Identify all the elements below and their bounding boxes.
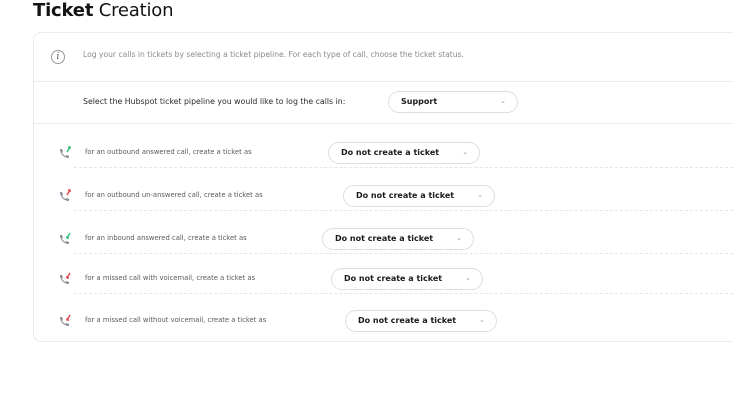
ticket-settings-card: i Log your calls in tickets by selecting… [33, 32, 733, 342]
ticket-status-select[interactable]: Do not create a ticket ⌄ [345, 310, 497, 332]
rule-label: for a missed call without voicemail, cre… [85, 316, 267, 324]
inbound-call-icon [60, 232, 71, 244]
rule-label: for an outbound un-answered call, create… [85, 191, 263, 199]
chevron-down-icon: ⌄ [462, 148, 468, 156]
info-row: i Log your calls in tickets by selecting… [34, 33, 733, 82]
page-title: Ticket Creation [33, 0, 174, 22]
ticket-status-value: Do not create a ticket [335, 234, 434, 243]
rule-label: for an inbound answered call, create a t… [85, 234, 247, 242]
missed-call-voicemail-icon [60, 272, 71, 284]
pipeline-label: Select the Hubspot ticket pipeline you w… [83, 97, 346, 106]
rule-row-missed-no-voicemail: for a missed call without voicemail, cre… [34, 306, 733, 336]
ticket-status-select[interactable]: Do not create a ticket ⌄ [322, 228, 474, 250]
chevron-down-icon: ⌄ [479, 316, 485, 324]
pipeline-select-value: Support [401, 97, 438, 106]
page-title-bold: Ticket [33, 0, 94, 21]
info-icon: i [51, 50, 65, 64]
rule-row-outbound-answered: for an outbound answered call, create a … [34, 138, 733, 168]
ticket-status-value: Do not create a ticket [344, 274, 443, 283]
row-divider [74, 167, 733, 168]
chevron-down-icon: ⌄ [477, 191, 483, 199]
ticket-status-select[interactable]: Do not create a ticket ⌄ [328, 142, 480, 164]
missed-call-icon [60, 314, 71, 326]
chevron-down-icon: ⌄ [500, 97, 506, 105]
rule-row-inbound-answered: for an inbound answered call, create a t… [34, 224, 733, 254]
rule-row-outbound-unanswered: for an outbound un-answered call, create… [34, 181, 733, 211]
ticket-status-value: Do not create a ticket [358, 316, 457, 325]
row-divider [74, 293, 733, 294]
rule-row-missed-voicemail: for a missed call with voicemail, create… [34, 264, 733, 294]
pipeline-select[interactable]: Support ⌄ [388, 91, 518, 113]
row-divider [74, 210, 733, 211]
chevron-down-icon: ⌄ [456, 234, 462, 242]
outbound-call-icon [60, 146, 71, 158]
rule-label: for an outbound answered call, create a … [85, 148, 252, 156]
ticket-status-select[interactable]: Do not create a ticket ⌄ [343, 185, 495, 207]
page-title-rest: Creation [93, 0, 174, 21]
pipeline-row: Select the Hubspot ticket pipeline you w… [34, 82, 733, 124]
row-divider [74, 253, 733, 254]
ticket-status-value: Do not create a ticket [356, 191, 455, 200]
rule-label: for a missed call with voicemail, create… [85, 274, 256, 282]
ticket-status-value: Do not create a ticket [341, 148, 440, 157]
info-text: Log your calls in tickets by selecting a… [83, 50, 464, 59]
chevron-down-icon: ⌄ [465, 274, 471, 282]
ticket-status-select[interactable]: Do not create a ticket ⌄ [331, 268, 483, 290]
outbound-missed-call-icon [60, 189, 71, 201]
